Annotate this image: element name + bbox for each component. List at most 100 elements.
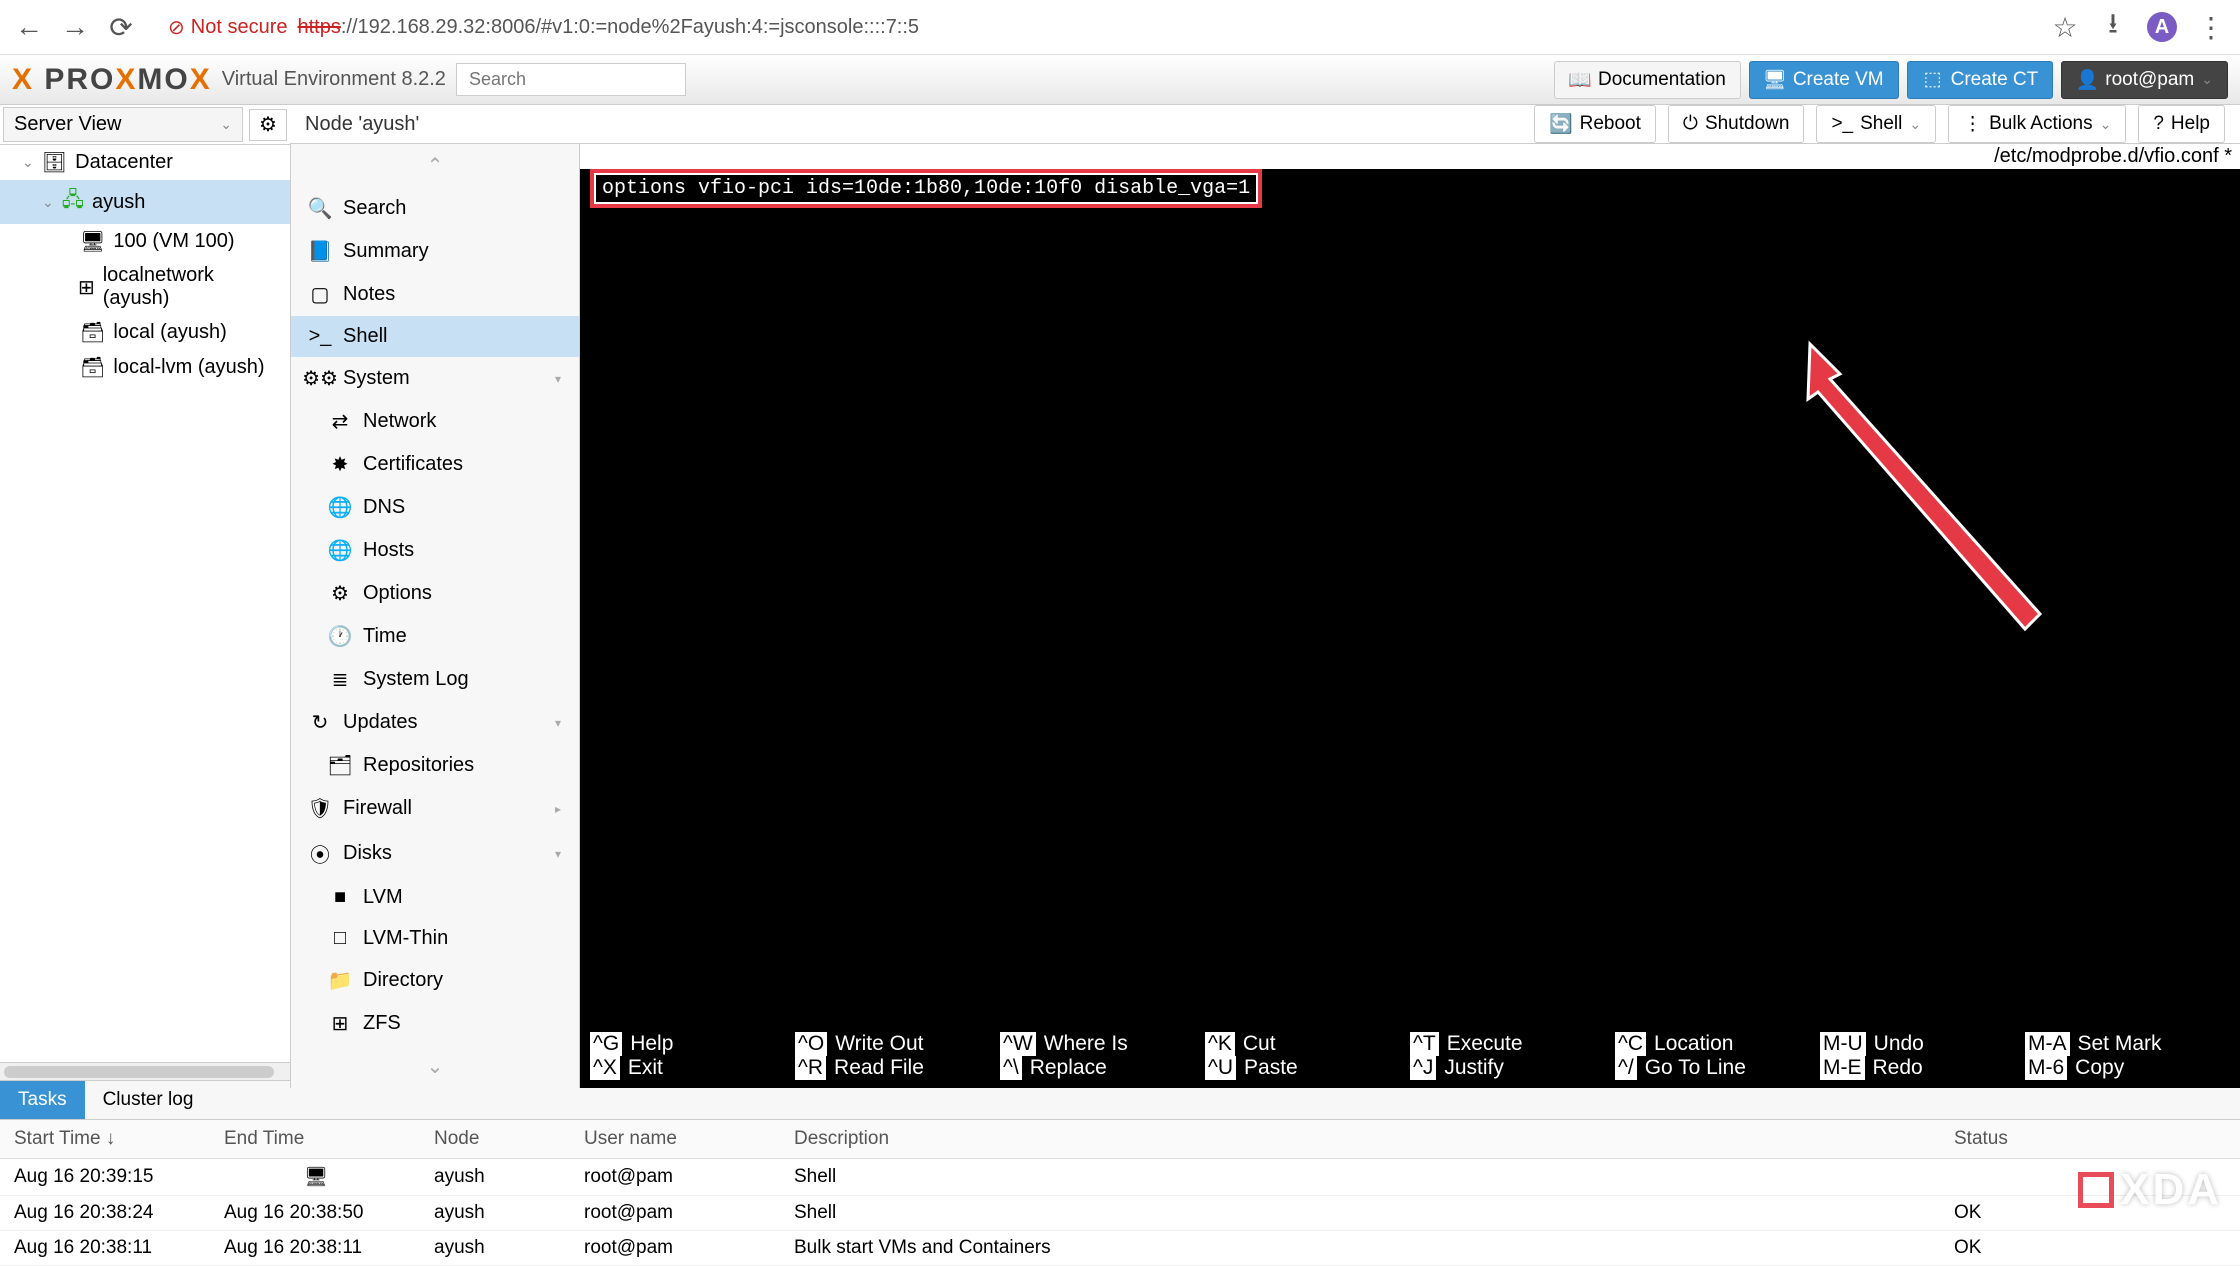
sidemenu-systemlog[interactable]: ≣System Log	[291, 658, 579, 701]
col-user[interactable]: User name	[570, 1120, 780, 1159]
nano-shortcut: ^UPaste	[1205, 1056, 1410, 1080]
cube-icon: ⬚	[1922, 68, 1944, 91]
terminal-icon: >_	[309, 325, 331, 348]
sidemenu-zfs[interactable]: ⊞ZFS	[291, 1002, 579, 1045]
col-node[interactable]: Node	[420, 1120, 570, 1159]
sidemenu-collapse-down[interactable]: ⌄	[291, 1045, 579, 1088]
task-row[interactable]: Aug 16 20:38:24Aug 16 20:38:50ayushroot@…	[0, 1196, 2240, 1231]
terminal-line: options vfio-pci ids=10de:1b80,10de:10f0…	[596, 175, 1256, 202]
tree-vm-100[interactable]: 🖥100 (VM 100)	[0, 224, 290, 259]
files-icon: 🗂	[329, 753, 351, 778]
sidemenu-directory[interactable]: 📁Directory	[291, 959, 579, 1002]
tree-locallvm-storage[interactable]: 🗃local-lvm (ayush)	[0, 350, 290, 385]
chevron-down-icon: ▾	[555, 716, 561, 730]
sidemenu-summary[interactable]: 📘Summary	[291, 230, 579, 273]
global-search-input[interactable]	[456, 63, 686, 96]
reboot-button[interactable]: 🔄Reboot	[1534, 105, 1656, 143]
bulk-actions-button[interactable]: ⋮Bulk Actions ⌄	[1948, 105, 2126, 143]
sidemenu-collapse-up[interactable]: ⌃	[291, 144, 579, 187]
globe-icon: 🌐	[329, 538, 351, 563]
sidemenu-certificates[interactable]: ✸Certificates	[291, 443, 579, 486]
menu-icon: ⋮	[1963, 113, 1982, 136]
tab-cluster-log[interactable]: Cluster log	[85, 1081, 212, 1119]
download-icon[interactable]: ⭳	[2099, 13, 2127, 41]
nano-shortcut: ^GHelp	[590, 1032, 795, 1056]
col-status[interactable]: Status	[1940, 1120, 2240, 1159]
tree-datacenter[interactable]: ⌄🗄Datacenter	[0, 145, 290, 180]
chevron-down-icon: ⌄	[220, 116, 232, 133]
sidemenu-time[interactable]: 🕐Time	[291, 615, 579, 658]
create-vm-button[interactable]: 🖥Create VM	[1749, 61, 1899, 99]
tree-localnetwork[interactable]: ⊞localnetwork (ayush)	[0, 259, 290, 315]
nano-shortcut: ^WWhere Is	[1000, 1032, 1205, 1056]
tree-settings-button[interactable]: ⚙	[249, 109, 287, 141]
folder-icon: 📁	[329, 968, 351, 993]
not-secure-badge: ⊘Not secure	[168, 15, 287, 40]
annotation-highlight-box: options vfio-pci ids=10de:1b80,10de:10f0…	[590, 169, 1262, 208]
bottom-log-panel: Tasks Cluster log Start Time ↓ End Time …	[0, 1080, 2240, 1266]
nano-shortcut: ^TExecute	[1410, 1032, 1615, 1056]
tab-tasks[interactable]: Tasks	[0, 1081, 85, 1119]
sidemenu-system[interactable]: ⚙⚙System▾	[291, 357, 579, 400]
content-header: Node 'ayush' 🔄Reboot ⏻Shutdown >_Shell ⌄…	[290, 105, 2240, 144]
proxmox-logo: X PROXMOX	[12, 63, 212, 97]
vm-icon: 🖥	[80, 229, 105, 254]
shield-icon: 🛡	[309, 796, 331, 821]
sidemenu-notes[interactable]: ▢Notes	[291, 273, 579, 316]
forward-button[interactable]: →	[61, 13, 89, 41]
nano-shortcut: ^OWrite Out	[795, 1032, 1000, 1056]
nano-shortcut: ^\Replace	[1000, 1056, 1205, 1080]
profile-avatar[interactable]: A	[2147, 12, 2177, 42]
square-icon: ■	[329, 886, 351, 909]
sidemenu-dns[interactable]: 🌐DNS	[291, 486, 579, 529]
view-selector[interactable]: Server View⌄	[3, 107, 243, 142]
task-row[interactable]: Aug 16 20:38:11Aug 16 20:38:11ayushroot@…	[0, 1231, 2240, 1266]
sidemenu-disks[interactable]: ⦿Disks▾	[291, 830, 579, 877]
help-icon: ?	[2153, 113, 2164, 135]
sidemenu-repositories[interactable]: 🗂Repositories	[291, 744, 579, 787]
sidemenu-updates[interactable]: ↻Updates▾	[291, 701, 579, 744]
search-icon: 🔍	[309, 196, 331, 221]
terminal-console[interactable]: /etc/modprobe.d/vfio.conf * options vfio…	[580, 144, 2240, 1088]
shutdown-button[interactable]: ⏻Shutdown	[1668, 105, 1805, 143]
sidemenu-lvm[interactable]: ■LVM	[291, 877, 579, 918]
user-menu-button[interactable]: 👤root@pam ⌄	[2061, 61, 2228, 99]
refresh-icon: ↻	[309, 710, 331, 735]
sidemenu-search[interactable]: 🔍Search	[291, 187, 579, 230]
bookmark-star-icon[interactable]: ☆	[2051, 13, 2079, 41]
nano-shortcut: M-ASet Mark	[2025, 1032, 2230, 1056]
col-end-time[interactable]: End Time	[210, 1120, 420, 1159]
create-ct-button[interactable]: ⬚Create CT	[1907, 61, 2054, 99]
sidemenu-shell[interactable]: >_Shell	[291, 316, 579, 357]
tree-node-ayush[interactable]: ⌄🖧ayush	[0, 180, 290, 224]
watermark-square-icon	[2078, 1172, 2114, 1208]
nano-shortcut: M-ERedo	[1820, 1056, 2025, 1080]
nano-titlebar: /etc/modprobe.d/vfio.conf *	[580, 144, 2240, 169]
documentation-button[interactable]: 📖Documentation	[1554, 61, 1741, 99]
tasks-table: Start Time ↓ End Time Node User name Des…	[0, 1120, 2240, 1266]
clock-icon: 🕐	[329, 624, 351, 649]
server-icon: 🗄	[42, 150, 67, 175]
sidemenu-hosts[interactable]: 🌐Hosts	[291, 529, 579, 572]
col-start-time[interactable]: Start Time ↓	[0, 1120, 210, 1159]
col-description[interactable]: Description	[780, 1120, 1940, 1159]
tree-local-storage[interactable]: 🗃local (ayush)	[0, 315, 290, 350]
disk-icon: ⦿	[309, 839, 331, 868]
help-button[interactable]: ?Help	[2138, 105, 2225, 143]
tree-horizontal-scrollbar[interactable]	[0, 1062, 290, 1080]
terminal-icon: >_	[1831, 113, 1853, 135]
sidemenu-firewall[interactable]: 🛡Firewall▸	[291, 787, 579, 830]
shell-dropdown-button[interactable]: >_Shell ⌄	[1816, 105, 1936, 143]
sidemenu-options[interactable]: ⚙Options	[291, 572, 579, 615]
browser-menu-icon[interactable]: ⋮	[2197, 13, 2225, 41]
nano-filepath: /etc/modprobe.d/vfio.conf *	[1994, 145, 2232, 168]
chevron-down-icon: ⌄	[1909, 116, 1921, 133]
sidemenu-lvmthin[interactable]: □LVM-Thin	[291, 918, 579, 959]
power-icon: ⏻	[1683, 113, 1698, 135]
reload-button[interactable]: ⟳	[107, 13, 135, 41]
task-row[interactable]: Aug 16 20:39:15🖥ayushroot@pamShell	[0, 1159, 2240, 1196]
address-bar[interactable]: ⊘Not secure https://192.168.29.32:8006/#…	[153, 15, 2033, 40]
sidemenu-network[interactable]: ⇄Network	[291, 400, 579, 443]
back-button[interactable]: ←	[15, 13, 43, 41]
user-icon: 👤	[2076, 68, 2098, 92]
